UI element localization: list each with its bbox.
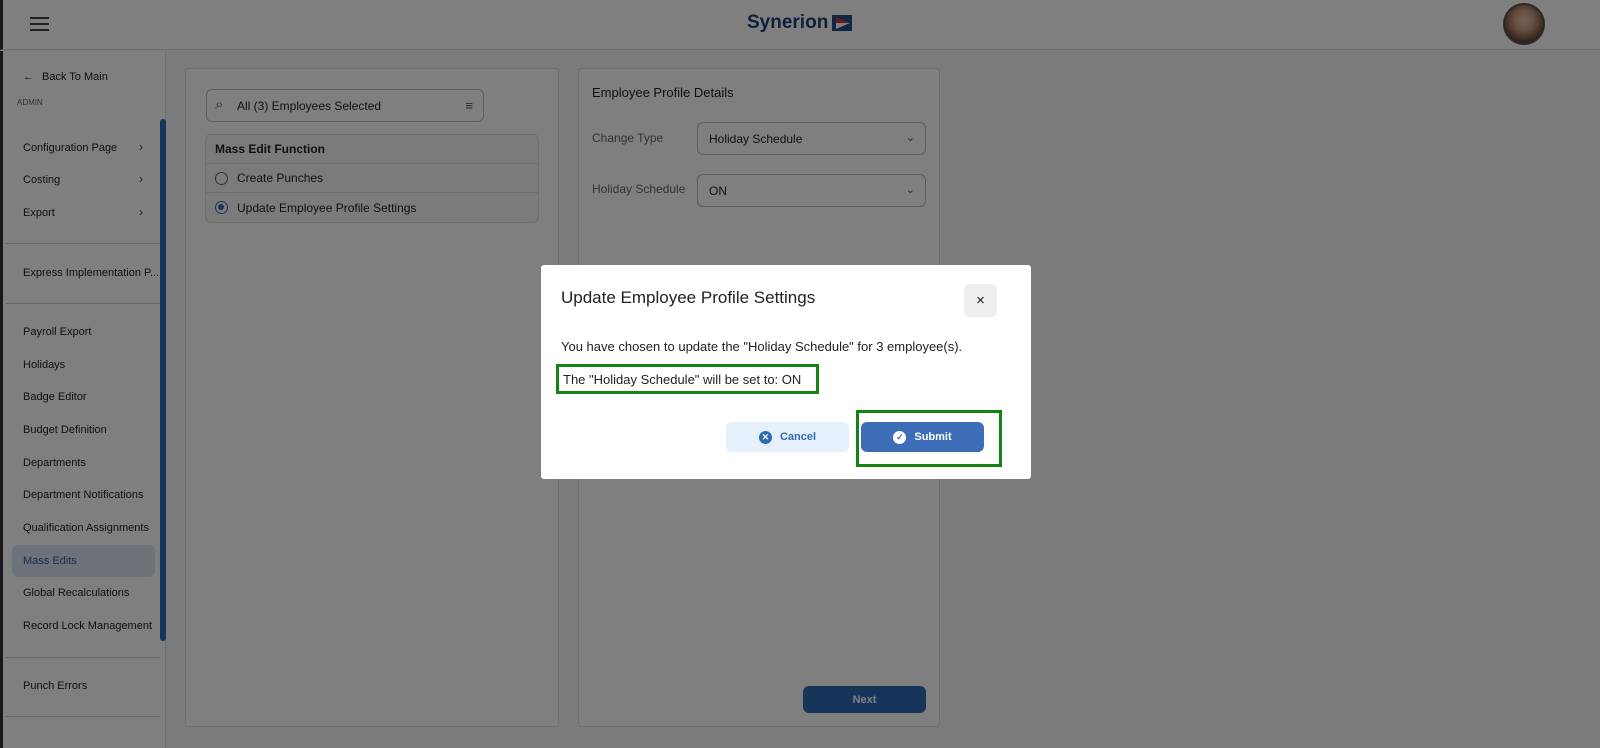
- confirm-dialog: Update Employee Profile Settings × You h…: [541, 265, 1031, 479]
- close-icon: ×: [976, 292, 985, 309]
- x-circle-icon: ✕: [758, 430, 772, 444]
- cancel-button[interactable]: ✕ Cancel: [726, 422, 849, 452]
- dialog-message: You have chosen to update the "Holiday S…: [561, 339, 963, 354]
- cancel-label: Cancel: [779, 431, 817, 443]
- dialog-title: Update Employee Profile Settings: [561, 288, 816, 307]
- submit-highlight-box: [856, 410, 1002, 467]
- set-to-text: The "Holiday Schedule" will be set to: O…: [556, 364, 819, 394]
- close-button[interactable]: ×: [964, 284, 997, 317]
